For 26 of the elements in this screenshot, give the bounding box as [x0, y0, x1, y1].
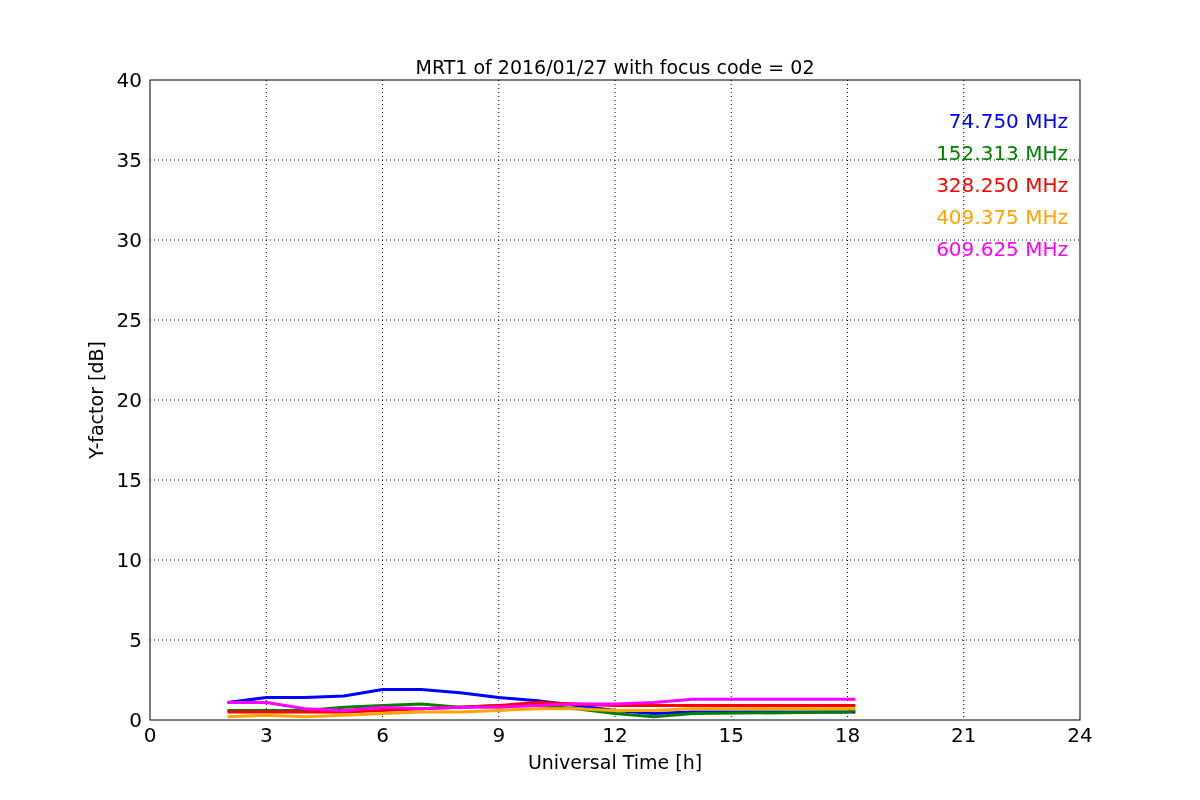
- y-axis-label: Y-factor [dB]: [85, 341, 107, 459]
- x-axis-label: Universal Time [h]: [527, 751, 703, 773]
- legend-label: 409.375 MHz: [936, 205, 1068, 229]
- x-tick-label: 0: [143, 723, 157, 747]
- x-tick-label: 24: [1067, 723, 1093, 747]
- y-tick-label: 0: [129, 708, 142, 732]
- legend-label: 74.750 MHz: [948, 109, 1068, 133]
- x-tick-label: 3: [259, 723, 273, 747]
- legend-label: 152.313 MHz: [936, 141, 1068, 165]
- legend-label: 328.250 MHz: [936, 173, 1068, 197]
- x-tick-label: 15: [718, 723, 744, 747]
- x-tick-label: 12: [602, 723, 628, 747]
- y-tick-label: 10: [116, 548, 142, 572]
- y-tick-label: 30: [116, 228, 142, 252]
- chart-title: MRT1 of 2016/01/27 with focus code = 02: [415, 56, 815, 78]
- y-tick-label: 40: [116, 68, 142, 92]
- x-tick-label: 21: [951, 723, 977, 747]
- y-tick-label: 15: [116, 468, 142, 492]
- y-tick-label: 5: [129, 628, 142, 652]
- y-tick-label: 25: [116, 308, 142, 332]
- legend-label: 609.625 MHz: [936, 237, 1068, 261]
- y-tick-label: 35: [116, 148, 142, 172]
- x-tick-label: 6: [376, 723, 389, 747]
- x-tick-label: 9: [492, 723, 506, 747]
- y-tick-label: 20: [116, 388, 142, 412]
- x-tick-label: 18: [834, 723, 861, 747]
